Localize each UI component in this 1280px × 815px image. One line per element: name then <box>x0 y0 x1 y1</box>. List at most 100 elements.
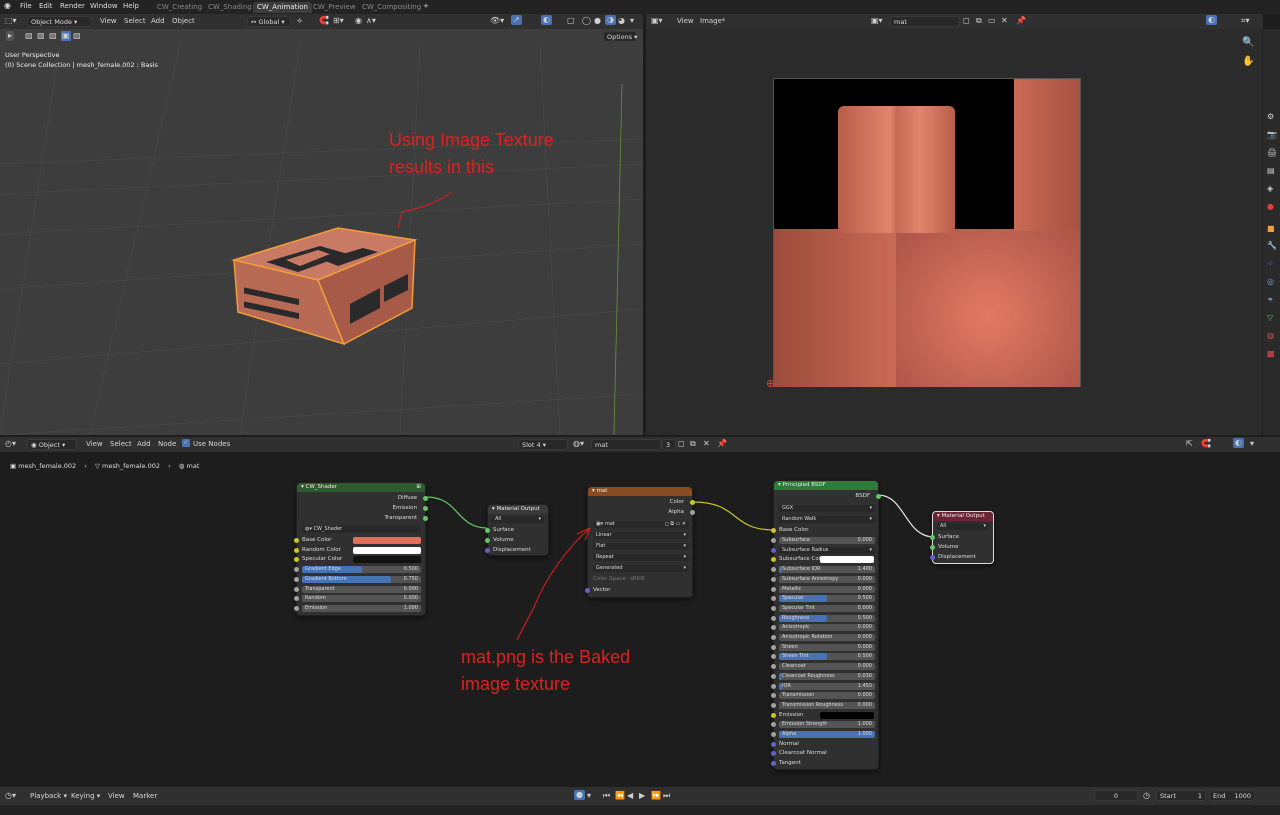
pan-hand-icon[interactable]: ✋ <box>1242 57 1254 67</box>
slider-clearcoat-roughness[interactable]: Clearcoat Roughness 0.030 <box>779 672 875 680</box>
node-pin-icon[interactable]: 📌 <box>717 439 727 449</box>
color-swatch-random-color[interactable] <box>353 546 421 554</box>
add-workspace-button[interactable]: + <box>423 2 429 10</box>
select-mode-subtract-icon[interactable]: ▧ <box>49 31 57 41</box>
shading-material-icon[interactable]: ◑ <box>605 15 616 25</box>
socket-transparent[interactable] <box>294 586 299 592</box>
menu-render[interactable]: Render <box>60 2 85 10</box>
slider-transmission-roughness[interactable]: Transmission Roughness 0.000 <box>779 701 875 709</box>
slider-roughness[interactable]: Roughness 0.500 <box>779 614 875 622</box>
object-props-icon[interactable]: ■ <box>1267 224 1275 234</box>
visibility-icon[interactable]: 👁▾ <box>490 16 504 26</box>
shading-rendered-icon[interactable]: ◕ <box>618 16 625 26</box>
socket-bsdf[interactable] <box>876 494 881 499</box>
image-menu-image[interactable]: Image* <box>700 17 725 25</box>
image-display-icon[interactable]: ⌗▾ <box>1241 16 1250 26</box>
timeline-menu-playback[interactable]: Playback ▾ <box>30 792 67 800</box>
material-output-1-header[interactable]: ▾ Material Output <box>488 505 548 514</box>
cw-shader-node[interactable]: ▾ CW_Shader ⊞ Diffuse Emission Transparen… <box>294 482 428 616</box>
slider-gradient-edge[interactable]: Gradient Edge 0.500 <box>302 566 421 574</box>
prev-keyframe-icon[interactable]: ⏪ <box>615 791 625 801</box>
slot-select[interactable]: Slot 4 ▾ <box>518 439 568 450</box>
material-output-node-2[interactable]: ▾ Material Output All ▾ Surface Volume Di… <box>930 511 994 564</box>
principled-bsdf-node[interactable]: ▾ Principled BSDF BSDF GGX ▾ Random Walk ▾… <box>771 480 881 770</box>
gizmo-toggle-icon[interactable]: ↗ <box>511 15 522 25</box>
image-editor-canvas[interactable]: 🔍 ✋ ⊕ <box>646 29 1262 435</box>
slider-specular[interactable]: Specular 0.500 <box>779 595 875 603</box>
timeline-menu-marker[interactable]: Marker <box>133 792 157 800</box>
view-layer-props-icon[interactable]: ▤ <box>1267 166 1275 176</box>
shader-type-select[interactable]: ◉ Object ▾ <box>27 439 77 450</box>
socket-random-color[interactable] <box>294 547 299 553</box>
socket-surface[interactable] <box>930 535 935 540</box>
socket-normal[interactable] <box>771 741 776 747</box>
menu-file[interactable]: File <box>20 2 32 10</box>
socket-metallic[interactable] <box>771 586 776 592</box>
node-overlay-dropdown-icon[interactable]: ▾ <box>1250 439 1254 449</box>
constraints-props-icon[interactable]: ⚭ <box>1267 295 1274 305</box>
socket-gradient-edge[interactable] <box>294 567 299 573</box>
distribution-select[interactable]: GGX ▾ <box>779 505 875 512</box>
select-mode-extend-icon[interactable]: ▧ <box>37 31 45 41</box>
use-nodes-checkbox[interactable]: ✓ <box>182 439 190 447</box>
socket-emission-strength[interactable] <box>771 722 776 728</box>
xray-icon[interactable]: ▢ <box>567 16 575 26</box>
slider-subsurface-anisotropy[interactable]: Subsurface Anisotropy 0.000 <box>779 575 875 583</box>
menu-window[interactable]: Window <box>90 2 118 10</box>
socket-tangent[interactable] <box>771 761 776 767</box>
color-swatch-specular-color[interactable] <box>353 556 421 564</box>
tab-cw-shading[interactable]: CW_Shading <box>204 2 256 13</box>
material-output-2-target[interactable]: All ▾ <box>937 523 989 530</box>
snap-node-icon[interactable]: 🧲 <box>1201 439 1211 449</box>
color-swatch-emission[interactable] <box>820 711 874 719</box>
socket-emission[interactable] <box>771 712 776 718</box>
tab-cw-preview[interactable]: CW_Preview <box>309 2 360 13</box>
node-menu-select[interactable]: Select <box>110 440 132 448</box>
current-frame-field[interactable]: 0 <box>1094 790 1138 801</box>
slider-sheen-tint[interactable]: Sheen Tint 0.500 <box>779 653 875 661</box>
3d-viewport[interactable]: User Perspective (0) Scene Collection | … <box>0 44 643 435</box>
pin-icon[interactable]: 📌 <box>1016 16 1026 26</box>
viewport-menu-object[interactable]: Object <box>172 17 195 25</box>
slider-subsurface-ior[interactable]: Subsurface IOR 1.400 <box>779 566 875 574</box>
select-mode-invert-icon[interactable]: ▣ <box>61 31 71 41</box>
node-group-select[interactable]: ◍▾ CW_Shader <box>302 526 421 533</box>
options-button[interactable]: Options ▾ <box>603 31 637 42</box>
socket-base-color[interactable] <box>771 528 776 533</box>
parent-node-tree-icon[interactable]: ⇱ <box>1186 439 1193 449</box>
socket-anisotropic[interactable] <box>771 625 776 631</box>
image-menu-view[interactable]: View <box>677 17 694 25</box>
slider-anisotropic[interactable]: Anisotropic 0.000 <box>779 624 875 632</box>
snap-icon[interactable]: 🧲 <box>319 16 329 26</box>
node-menu-node[interactable]: Node <box>158 440 176 448</box>
socket-surface[interactable] <box>485 528 490 533</box>
socket-specular-tint[interactable] <box>771 605 776 611</box>
slider-specular-tint[interactable]: Specular Tint 0.000 <box>779 604 875 612</box>
transform-orientation-select[interactable]: ↔ Global ▾ <box>247 16 291 27</box>
mode-select[interactable]: Object Mode ▾ <box>27 16 92 27</box>
modifier-props-icon[interactable]: 🔧 <box>1267 241 1277 251</box>
socket-clearcoat-normal[interactable] <box>771 751 776 757</box>
image-name-field[interactable]: mat <box>890 16 960 27</box>
slider-metallic[interactable]: Metallic 0.000 <box>779 585 875 593</box>
socket-sheen-tint[interactable] <box>771 654 776 660</box>
socket-color[interactable] <box>690 500 695 505</box>
slider-sheen[interactable]: Sheen 0.000 <box>779 643 875 651</box>
select-tool-icon[interactable]: ▸ <box>6 31 15 41</box>
socket-roughness[interactable] <box>771 615 776 621</box>
blender-logo-icon[interactable]: ◉ <box>4 1 11 10</box>
node-editor-canvas[interactable]: ▣ mesh_female.002 › ▽ mesh_female.002 › … <box>0 458 1280 787</box>
cw-shader-node-header[interactable]: ▾ CW_Shader ⊞ <box>297 483 425 492</box>
viewport-menu-select[interactable]: Select <box>124 17 146 25</box>
slider-clearcoat[interactable]: Clearcoat 0.000 <box>779 663 875 671</box>
socket-emission[interactable] <box>294 605 299 611</box>
socket-diffuse[interactable] <box>423 496 428 501</box>
tool-props-icon[interactable]: ⚙ <box>1267 112 1274 122</box>
new-image-icon[interactable]: ⧉ <box>976 16 982 26</box>
world-props-icon[interactable]: ● <box>1267 202 1274 212</box>
socket-transmission-roughness[interactable] <box>771 702 776 708</box>
material-copy-icon[interactable]: ⧉ <box>690 439 696 449</box>
editor-type-icon[interactable]: ⬚▾ <box>5 16 17 26</box>
next-keyframe-icon[interactable]: ⏩ <box>651 791 661 801</box>
end-frame-field[interactable]: End 1000 <box>1209 790 1255 801</box>
